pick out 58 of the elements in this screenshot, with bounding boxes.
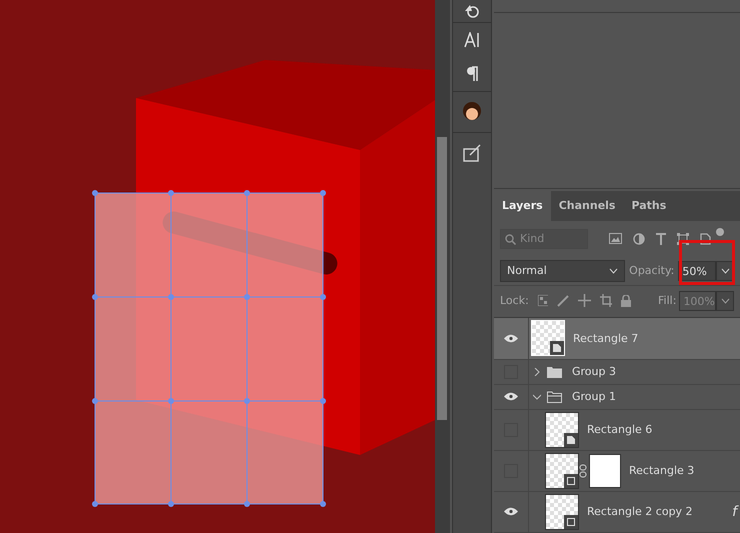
chevron-right-icon[interactable] bbox=[533, 368, 541, 376]
filter-toggle[interactable] bbox=[716, 228, 724, 236]
layer-name: Group 1 bbox=[572, 390, 616, 404]
padlock-icon[interactable] bbox=[621, 294, 632, 306]
scrollbar-thumb[interactable] bbox=[437, 137, 447, 420]
image-icon[interactable] bbox=[609, 233, 622, 244]
panel-tab[interactable]: Layers bbox=[494, 191, 551, 222]
crop-icon[interactable] bbox=[600, 294, 612, 307]
type-icon[interactable] bbox=[656, 232, 666, 245]
chevron-icon bbox=[609, 268, 618, 274]
layer-row[interactable]: Rectangle 6 bbox=[494, 410, 740, 451]
layer-row[interactable]: Group 1 bbox=[494, 384, 740, 410]
panel-tab[interactable]: Paths bbox=[623, 191, 674, 222]
smart-object-icon bbox=[550, 341, 564, 356]
layer-name: Rectangle 2 copy 2 bbox=[587, 505, 693, 518]
layer-name: Group 3 bbox=[572, 365, 616, 378]
blend-mode-dropdown[interactable]: Normal bbox=[500, 260, 626, 282]
panel-tab[interactable]: Channels bbox=[550, 191, 624, 222]
filter-field[interactable]: Kind bbox=[500, 228, 588, 249]
shape-icon bbox=[564, 474, 578, 488]
fill-label: Fill: bbox=[658, 294, 676, 307]
opacity-field[interactable]: 50% bbox=[678, 260, 716, 281]
chevron-down-icon[interactable] bbox=[533, 392, 541, 401]
folder-icon bbox=[547, 366, 562, 378]
transform-box[interactable] bbox=[92, 190, 326, 507]
eye-icon[interactable] bbox=[504, 507, 518, 516]
shape-icon bbox=[564, 514, 578, 529]
opacity-label: Opacity: bbox=[629, 264, 674, 278]
eye-icon[interactable] bbox=[504, 392, 518, 402]
history-icon[interactable] bbox=[463, 3, 481, 19]
shape-icon[interactable] bbox=[677, 232, 689, 245]
smart-object-icon[interactable] bbox=[700, 232, 711, 245]
adjustment-icon[interactable] bbox=[633, 232, 645, 245]
link-icon[interactable] bbox=[579, 464, 587, 478]
lock-label: Lock: bbox=[500, 294, 529, 307]
avatar-icon[interactable] bbox=[462, 101, 482, 123]
brush-icon[interactable] bbox=[557, 294, 570, 306]
layer-row[interactable]: Rectangle 3 bbox=[494, 450, 740, 492]
open-folder-icon bbox=[547, 390, 562, 403]
paragraph-icon[interactable] bbox=[466, 66, 478, 82]
tablet-icon[interactable] bbox=[463, 144, 481, 162]
mask-thumbnail bbox=[589, 454, 621, 488]
fill-dropdown-button[interactable] bbox=[716, 290, 734, 310]
layer-row[interactable]: Rectangle 7 bbox=[494, 318, 740, 360]
checkerboard-icon[interactable] bbox=[538, 295, 548, 306]
search-icon bbox=[505, 234, 516, 245]
effects-icon[interactable]: f bbox=[732, 504, 737, 520]
layer-name: Rectangle 7 bbox=[573, 332, 638, 345]
smart-object-icon bbox=[564, 432, 578, 447]
character-icon[interactable] bbox=[464, 32, 480, 48]
chevron-icon bbox=[720, 298, 730, 304]
move-icon[interactable] bbox=[578, 294, 591, 307]
layer-row[interactable]: Rectangle 2 copy 2 f bbox=[494, 492, 740, 533]
layer-name: Rectangle 6 bbox=[587, 423, 652, 436]
layer-row[interactable]: Group 3 bbox=[494, 360, 740, 385]
layer-name: Rectangle 3 bbox=[629, 464, 694, 478]
eye-icon[interactable] bbox=[504, 334, 518, 343]
chevron-icon bbox=[720, 268, 730, 274]
